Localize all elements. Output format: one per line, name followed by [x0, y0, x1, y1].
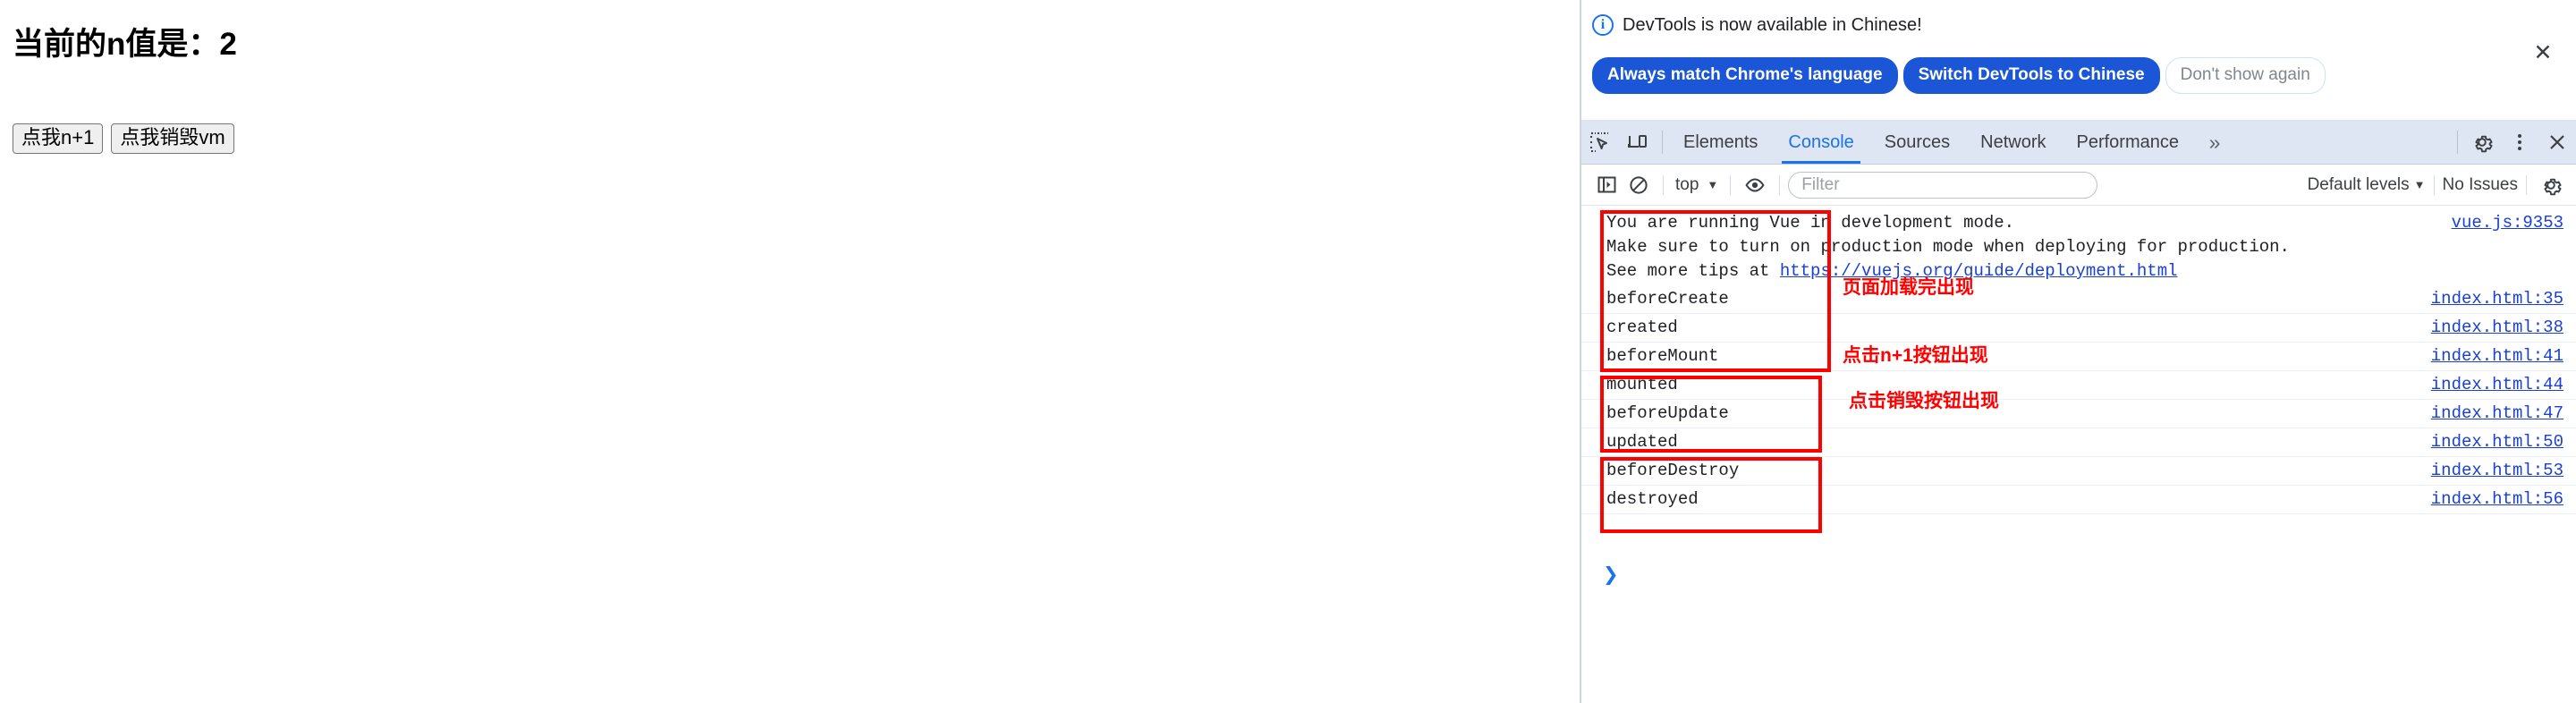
- devtools-tab-strip: Elements Console Sources Network Perform…: [1581, 121, 2576, 165]
- console-message-text: mounted: [1606, 374, 1678, 394]
- close-devtools-icon[interactable]: [2538, 121, 2576, 164]
- info-icon: i: [1592, 14, 1614, 36]
- vue-warning-line-2: Make sure to turn on production mode whe…: [1606, 236, 2290, 257]
- console-message-text: destroyed: [1606, 488, 1699, 509]
- devtools-panel: i DevTools is now available in Chinese! …: [1580, 0, 2576, 703]
- kebab-menu-icon[interactable]: [2501, 121, 2538, 164]
- page-title: 当前的n值是：2: [13, 27, 237, 62]
- notification-message: DevTools is now available in Chinese!: [1623, 14, 1922, 35]
- toolbar-divider-3: [1779, 174, 1781, 195]
- increment-n-button[interactable]: 点我n+1: [13, 123, 104, 154]
- console-source-link[interactable]: index.html:47: [2431, 402, 2563, 426]
- tabstrip-divider-right: [2457, 131, 2458, 154]
- console-message-row[interactable]: beforeCreate index.html:35: [1581, 285, 2576, 314]
- tab-performance[interactable]: Performance: [2062, 121, 2195, 164]
- notification-button-row: Always match Chrome's language Switch De…: [1592, 57, 2326, 94]
- language-notification-banner: i DevTools is now available in Chinese! …: [1581, 0, 2576, 121]
- destroy-vm-button[interactable]: 点我销毁vm: [111, 123, 234, 154]
- console-source-link[interactable]: index.html:38: [2431, 316, 2563, 340]
- issues-status[interactable]: No Issues: [2443, 175, 2518, 195]
- console-toolbar: top ▼ Default levels ▼ No Issues: [1581, 165, 2576, 206]
- console-source-link[interactable]: index.html:44: [2431, 373, 2563, 397]
- device-toolbar-icon[interactable]: [1619, 121, 1657, 164]
- page-button-group: 点我n+1 点我销毁vm: [13, 123, 234, 154]
- toolbar-divider-1: [1663, 174, 1664, 195]
- console-message-text: created: [1606, 317, 1678, 337]
- tab-network[interactable]: Network: [1965, 121, 2061, 164]
- console-settings-gear-icon[interactable]: [2535, 169, 2567, 201]
- tab-console[interactable]: Console: [1773, 121, 1868, 164]
- console-message-row[interactable]: beforeDestroy index.html:53: [1581, 457, 2576, 486]
- console-source-link[interactable]: vue.js:9353: [2452, 211, 2563, 235]
- toolbar-divider-5: [2526, 174, 2527, 195]
- console-message-list[interactable]: vue.js:9353 You are running Vue in devel…: [1581, 206, 2576, 703]
- close-icon[interactable]: ✕: [2529, 39, 2556, 66]
- vue-warning-line-1: You are running Vue in development mode.: [1606, 213, 2015, 233]
- dont-show-again-button[interactable]: Don't show again: [2165, 57, 2326, 94]
- console-source-link[interactable]: index.html:35: [2431, 287, 2563, 311]
- console-message-row[interactable]: created index.html:38: [1581, 314, 2576, 343]
- clear-console-icon[interactable]: [1623, 169, 1655, 201]
- live-expression-eye-icon[interactable]: [1739, 169, 1771, 201]
- console-message-row[interactable]: beforeMount index.html:41: [1581, 343, 2576, 371]
- chevron-down-icon-levels: ▼: [2413, 178, 2426, 191]
- console-prompt-caret[interactable]: ❯: [1603, 563, 1619, 587]
- notification-message-row: i DevTools is now available in Chinese!: [1592, 14, 1922, 36]
- log-levels-label: Default levels: [2307, 174, 2410, 194]
- console-message-row[interactable]: mounted index.html:44: [1581, 371, 2576, 400]
- console-message-row[interactable]: updated index.html:50: [1581, 428, 2576, 457]
- console-sidebar-icon[interactable]: [1590, 169, 1623, 201]
- chevron-down-icon: ▼: [1707, 178, 1719, 191]
- console-message-text: beforeMount: [1606, 345, 1719, 366]
- log-levels-dropdown[interactable]: Default levels ▼: [2308, 175, 2426, 195]
- more-tabs-icon[interactable]: »: [2194, 121, 2235, 164]
- switch-devtools-to-chinese-button[interactable]: Switch DevTools to Chinese: [1902, 57, 2160, 94]
- console-message-text: beforeDestroy: [1606, 460, 1740, 480]
- console-source-link[interactable]: index.html:41: [2431, 344, 2563, 368]
- tab-sources[interactable]: Sources: [1869, 121, 1965, 164]
- console-message-row[interactable]: beforeUpdate index.html:47: [1581, 400, 2576, 428]
- filter-input[interactable]: [1788, 171, 2098, 199]
- vue-warning-line-3: See more tips at https://vuejs.org/guide…: [1606, 259, 2563, 284]
- console-message-text: updated: [1606, 431, 1678, 452]
- tabstrip-divider: [1662, 131, 1663, 154]
- vue-deployment-docs-link[interactable]: https://vuejs.org/guide/deployment.html: [1780, 261, 2178, 281]
- toolbar-divider-2: [1730, 174, 1732, 195]
- console-message-vue-warning[interactable]: vue.js:9353 You are running Vue in devel…: [1581, 206, 2576, 285]
- gear-icon[interactable]: [2463, 121, 2501, 164]
- console-source-link[interactable]: index.html:56: [2431, 487, 2563, 512]
- always-match-chrome-language-button[interactable]: Always match Chrome's language: [1592, 57, 1898, 94]
- screenshot-root: 当前的n值是：2 点我n+1 点我销毁vm i DevTools is now …: [0, 0, 2576, 703]
- toolbar-divider-4: [2433, 174, 2435, 195]
- console-source-link[interactable]: index.html:53: [2431, 459, 2563, 483]
- tab-elements[interactable]: Elements: [1668, 121, 1773, 164]
- console-source-link[interactable]: index.html:50: [2431, 430, 2563, 454]
- console-message-text: beforeCreate: [1606, 288, 1729, 309]
- tabstrip-right-actions: [2452, 121, 2576, 164]
- console-message-row[interactable]: destroyed index.html:56: [1581, 486, 2576, 514]
- tab-list: Elements Console Sources Network Perform…: [1668, 121, 2194, 164]
- rendered-page-pane: 当前的n值是：2 点我n+1 点我销毁vm: [0, 0, 1580, 703]
- execution-context-selector[interactable]: top ▼: [1672, 175, 1722, 195]
- console-message-text: beforeUpdate: [1606, 402, 1729, 423]
- vue-warning-line-3-prefix: See more tips at: [1606, 260, 1780, 281]
- execution-context-label: top: [1675, 174, 1699, 194]
- inspect-element-icon[interactable]: [1581, 121, 1619, 164]
